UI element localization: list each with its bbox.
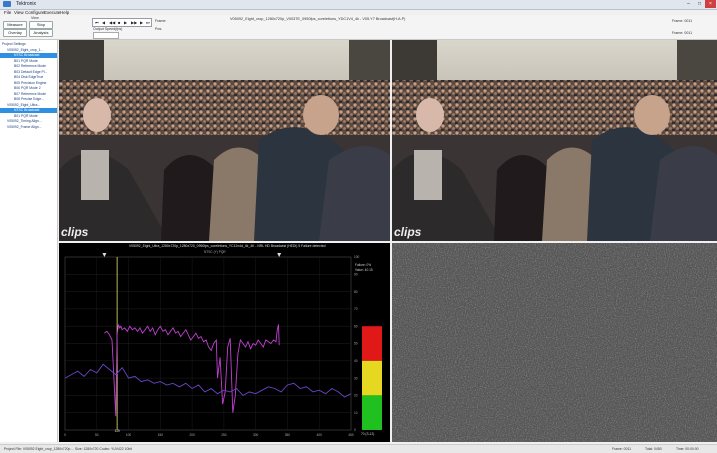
- transport-controls: ⏮ ◀ ◀◀ ■ ▶ ▶▶ ▶ ⏭: [92, 18, 152, 27]
- step-forward-icon[interactable]: ▶: [140, 20, 143, 25]
- y-tick-label: 10: [354, 411, 358, 415]
- step-back-icon[interactable]: ◀: [102, 20, 105, 25]
- tree-item[interactable]: B05 Precision Engine: [0, 81, 57, 86]
- x-tick-label: 300: [253, 433, 259, 437]
- status-frame: Frame: 0011: [612, 447, 631, 451]
- test-video-frame: clips: [392, 40, 717, 241]
- tree-item[interactable]: V05092_Timing Align...: [0, 119, 57, 124]
- x-tick-label: 150: [158, 433, 164, 437]
- x-tick-label: 450: [348, 433, 354, 437]
- range-marker-icon: [277, 253, 282, 257]
- position-label: Pos:: [155, 27, 163, 31]
- measure-button-label: Measure: [7, 22, 23, 27]
- difference-video-pane[interactable]: [392, 243, 717, 442]
- tree-item[interactable]: V05092_Eight_Ultra...: [0, 103, 57, 108]
- view-label: View: [31, 16, 39, 20]
- status-total: Total: 0450: [645, 447, 662, 451]
- tree-item[interactable]: B04 Disk EdgeTrue: [0, 75, 57, 80]
- level-bar-reading: 70 (S-12): [361, 432, 375, 436]
- frame-counter-top: Frame: 0011: [672, 19, 693, 23]
- measure-button[interactable]: Measure: [3, 21, 27, 29]
- tree-item[interactable]: V05092_Eight_crop_1...: [0, 48, 57, 53]
- y-tick-label: 20: [354, 394, 358, 398]
- x-tick-label: 100: [126, 433, 132, 437]
- tree-item[interactable]: Project Settings: [0, 42, 57, 47]
- output-speed-label: Output Speed(fps): [93, 27, 123, 31]
- tree-item[interactable]: B01 PQR Mode: [0, 59, 57, 64]
- app-logo-icon: [3, 1, 11, 7]
- frame-label: Frame:: [155, 19, 167, 23]
- difference-frame: [392, 243, 717, 442]
- y-tick-label: 100: [354, 255, 360, 259]
- measurement-graph-pane[interactable]: V05092_Eight_Ultra_1280x720p_1280x720_09…: [59, 243, 390, 442]
- range-marker-icon: [102, 253, 107, 257]
- series-line-1: [104, 324, 280, 417]
- overlay-button[interactable]: Overlay: [3, 29, 27, 37]
- test-video-pane[interactable]: clips: [392, 40, 717, 241]
- project-tree: Project Settings V05092_Eight_crop_1... NT…: [0, 40, 58, 442]
- clips-watermark: clips: [61, 225, 89, 239]
- y-tick-label: 50: [354, 342, 358, 346]
- level-bar-green: [362, 395, 382, 430]
- tree-item[interactable]: NTSC Broadcast: [0, 108, 57, 113]
- analysis-button[interactable]: Analysis: [29, 29, 53, 37]
- x-tick-label: 0: [64, 433, 66, 437]
- line-chart: 0 10 20 30 40 50 60 70 80 90 100 0 50 100 150 200 250 300…: [64, 253, 382, 437]
- tree-item[interactable]: B02 Reference Mode: [0, 64, 57, 69]
- clips-watermark-test: clips: [394, 225, 422, 239]
- title-bar: Tektronix – □ ×: [0, 0, 717, 10]
- frame-cursor-label: 119: [115, 429, 120, 433]
- tree-item[interactable]: V05092_Frame Align...: [0, 125, 57, 130]
- toolbar: View Measure Stop Overlay Analysis ⏮ ◀ ◀…: [0, 15, 717, 40]
- x-tick-label: 50: [95, 433, 99, 437]
- reference-video-pane[interactable]: clips: [59, 40, 390, 241]
- frame-counter-sub: Frame: 0011: [672, 31, 693, 35]
- reference-video-frame: clips: [59, 40, 390, 241]
- tree-item[interactable]: B08 Precise Edge...: [0, 97, 57, 102]
- output-speed-input[interactable]: [93, 32, 119, 39]
- level-bar-red: [362, 326, 382, 361]
- y-tick-label: 0: [354, 428, 356, 432]
- last-frame-icon[interactable]: ⏭: [146, 20, 150, 25]
- y-tick-label: 80: [354, 290, 358, 294]
- y-tick-label: 40: [354, 359, 358, 363]
- status-project-info: Project File: V05092 Eight_crop_1280x720…: [4, 447, 132, 451]
- y-tick-label: 90: [354, 273, 358, 277]
- video-title: V05092_Eight_crop_1280x720p_V0037E_0950f…: [230, 17, 406, 21]
- first-frame-icon[interactable]: ⏮: [95, 20, 99, 25]
- series-line-2: [64, 363, 352, 398]
- tree-item[interactable]: B03 Default Edge Pl...: [0, 70, 57, 75]
- minimize-icon[interactable]: –: [683, 0, 694, 8]
- rewind-icon[interactable]: ◀◀: [109, 20, 115, 25]
- y-tick-label: 30: [354, 376, 358, 380]
- stop-icon[interactable]: ■: [118, 20, 120, 25]
- tree-item[interactable]: B01 PQR Mode: [0, 114, 57, 119]
- level-bar-yellow: [362, 360, 382, 396]
- analysis-button-label: Analysis: [33, 30, 49, 35]
- status-time: Time: 00:00:00: [676, 447, 699, 451]
- x-tick-label: 400: [317, 433, 323, 437]
- close-icon[interactable]: ×: [705, 0, 716, 8]
- x-tick-label: 250: [221, 433, 227, 437]
- stop-button[interactable]: Stop: [29, 21, 53, 29]
- x-tick-label: 350: [285, 433, 291, 437]
- fast-forward-icon[interactable]: ▶▶: [131, 20, 137, 25]
- y-tick-label: 70: [354, 307, 358, 311]
- stop-button-label: Stop: [36, 22, 46, 27]
- tree-item[interactable]: NTSC Broadcast: [0, 53, 57, 58]
- y-tick-label: 60: [354, 324, 358, 328]
- overlay-button-label: Overlay: [8, 30, 22, 35]
- window-title: Tektronix: [16, 1, 37, 7]
- tree-item[interactable]: B07 Reference Mode: [0, 92, 57, 97]
- tree-item[interactable]: B06 PQR Mode 2: [0, 86, 57, 91]
- maximize-icon[interactable]: □: [694, 0, 705, 8]
- x-tick-label: 200: [189, 433, 195, 437]
- play-icon[interactable]: ▶: [124, 20, 127, 25]
